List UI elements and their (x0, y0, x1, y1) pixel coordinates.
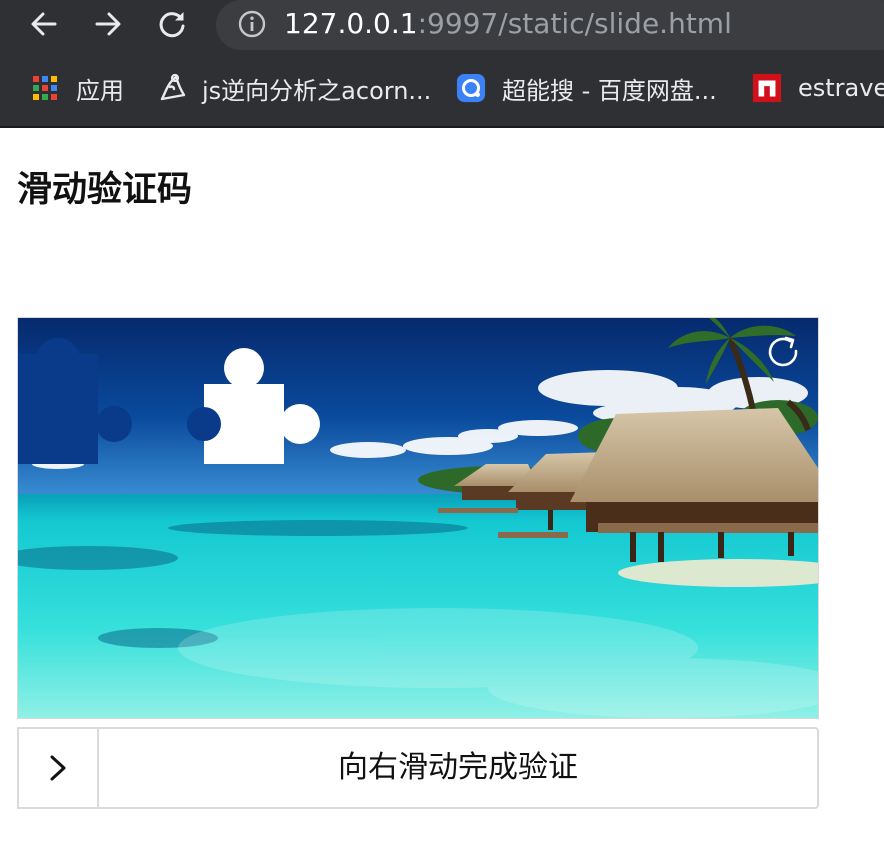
address-bar[interactable]: 127.0.0.1:9997/static/slide.html (216, 0, 884, 50)
slider-hint-text: 向右滑动完成验证 (338, 750, 578, 785)
arrow-left-icon (31, 12, 57, 36)
bookmark-label: 应用 (76, 76, 124, 105)
info-icon[interactable] (238, 10, 266, 38)
reload-button[interactable] (152, 4, 192, 44)
pen-nib-icon (156, 73, 186, 103)
bookmark-label: 超能搜 - 百度网盘... (502, 76, 717, 105)
apps-grid-icon (30, 73, 60, 103)
bookmark-apps[interactable]: 应用 (30, 62, 124, 114)
back-button[interactable] (24, 4, 64, 44)
reload-icon (159, 12, 185, 38)
red-n-icon (752, 73, 782, 103)
beach-scene-image (18, 318, 818, 718)
chevron-right-icon (50, 755, 66, 781)
bookmark-estrave[interactable]: estrave (752, 62, 884, 114)
bookmark-js-acorn[interactable]: js逆向分析之acorn... (156, 62, 431, 114)
bookmark-chaonengsou[interactable]: 超能搜 - 百度网盘... (456, 62, 717, 114)
forward-button[interactable] (88, 4, 128, 44)
browser-chrome: 127.0.0.1:9997/static/slide.html 应用 js逆向… (0, 0, 884, 128)
url-path: :9997/static/slide.html (417, 7, 732, 40)
slider-handle[interactable] (17, 727, 99, 809)
page-title: 滑动验证码 (17, 170, 193, 210)
bookmark-label: js逆向分析之acorn... (202, 76, 432, 105)
captcha-image (17, 317, 819, 719)
slider-track[interactable]: 向右滑动完成验证 (17, 727, 819, 809)
url-text[interactable]: 127.0.0.1:9997/static/slide.html (284, 6, 732, 42)
bookmarks-bar: 应用 js逆向分析之acorn... 超能搜 - 百度网盘... estrave (0, 62, 884, 114)
refresh-icon[interactable] (764, 334, 802, 372)
blue-search-icon (456, 73, 486, 103)
arrow-right-icon (95, 12, 121, 36)
url-host: 127.0.0.1 (284, 7, 418, 40)
bookmark-label: estrave (798, 74, 884, 102)
